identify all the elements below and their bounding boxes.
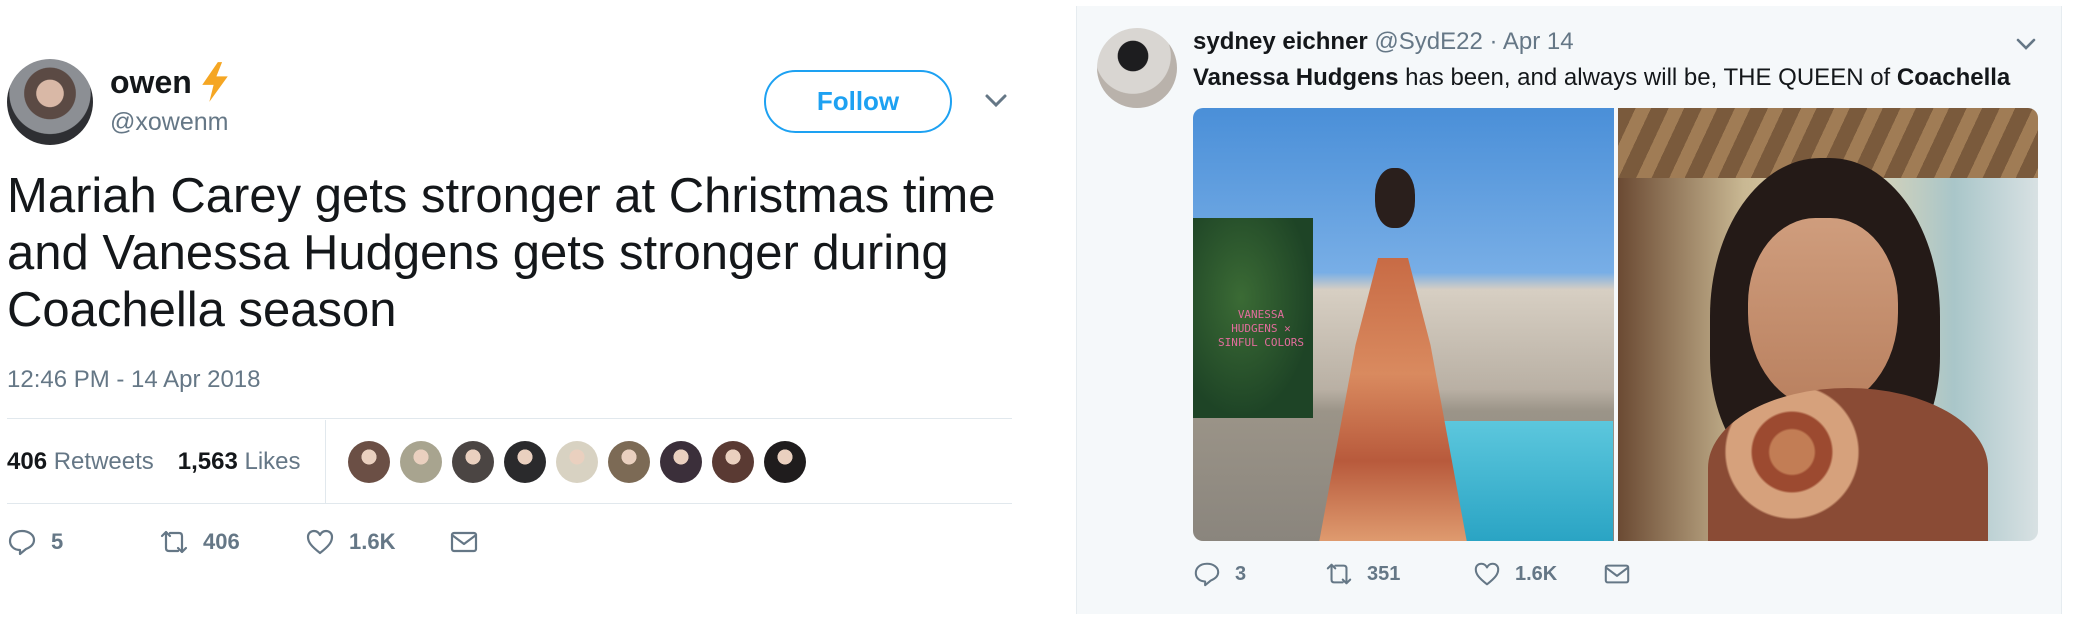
tweet-text-line: and Vanessa Hudgens gets stronger during [7,226,949,280]
tweet-text: Mariah Carey gets stronger at Christmas … [7,168,1027,339]
author-name-row: owen [110,62,232,102]
reply-button[interactable]: 5 [7,527,159,557]
avatar[interactable] [1097,28,1177,108]
divider [7,503,1012,504]
liker-avatar[interactable] [347,441,390,483]
author-handle[interactable]: @xowenm [110,108,228,137]
tweet-photo[interactable]: VANESSA HUDGENS ✕ SINFUL COLORS [1193,108,1614,541]
likes-count: 1,563 [177,448,238,475]
photo-figure-face [1747,218,1898,408]
envelope-icon [450,531,478,553]
direct-message-button[interactable] [449,527,479,557]
reply-icon [8,529,36,556]
photo-figure-head [1375,168,1415,228]
retweets-label: Retweets [53,448,154,475]
tweet-actions: 3 351 1.6K [1193,554,1631,594]
reply-count: 5 [51,529,64,554]
like-button[interactable]: 1.6K [1473,560,1603,588]
liker-avatar[interactable] [607,441,650,483]
liker-avatar[interactable] [399,441,442,483]
like-count: 1.6K [1515,562,1558,585]
tweet-text-bold: Coachella [1896,64,2011,91]
envelope-icon [1604,564,1630,584]
heart-icon [306,529,334,555]
engagement-stats: 406 Retweets 1,563 Likes [7,420,1012,504]
photo-figure-dress [1707,388,1988,541]
heart-icon [1474,562,1500,586]
author-handle[interactable]: @SydE22 [1374,28,1482,55]
direct-message-button[interactable] [1603,560,1631,588]
tweet-text-line: Coachella season [7,283,397,337]
retweet-button[interactable]: 406 [159,527,305,557]
tweet-date[interactable]: Apr 14 [1503,28,1574,55]
divider [7,418,1012,419]
tweet-text-bold: Vanessa Hudgens [1193,64,1399,91]
follow-button[interactable]: Follow [764,70,952,133]
liker-avatar[interactable] [451,441,494,483]
reply-icon [1194,562,1220,587]
photo-sign: VANESSA HUDGENS ✕ SINFUL COLORS [1217,308,1305,349]
tweet-text-line: Mariah Carey gets stronger at Christmas … [7,169,996,223]
tweet-text: Vanessa Hudgens has been, and always wil… [1193,64,2010,92]
author-name[interactable]: sydney eichner [1193,28,1368,55]
liker-avatar[interactable] [555,441,598,483]
separator-dot: · [1489,28,1498,55]
reply-button[interactable]: 3 [1193,560,1325,588]
tweet-photo[interactable] [1617,108,2038,541]
liker-avatar[interactable] [711,441,754,483]
reply-count: 3 [1235,562,1247,585]
lightning-bolt-icon [202,62,228,102]
retweets-stat[interactable]: 406 Retweets [7,448,154,476]
avatar[interactable] [7,59,93,145]
liker-avatar[interactable] [763,441,806,483]
likes-stat[interactable]: 1,563 Likes [178,448,301,476]
retweet-button[interactable]: 351 [1325,560,1473,588]
liker-avatar[interactable] [659,441,702,483]
chevron-down-icon[interactable] [2015,36,2037,52]
retweets-count: 406 [7,448,48,475]
retweet-icon [160,530,188,554]
tweet-actions: 5 406 1.6K [7,520,479,564]
photo-figure-dress [1318,258,1468,541]
retweet-count: 406 [203,529,240,554]
stats-separator [324,420,326,504]
left-tweet-card: owen @xowenm Follow Mariah Carey gets st… [0,0,1040,620]
retweet-icon [1326,563,1352,585]
author-name[interactable]: owen [110,64,192,101]
tweet-media: VANESSA HUDGENS ✕ SINFUL COLORS [1193,108,2038,541]
tweet-header: sydney eichner @SydE22 · Apr 14 [1193,28,1574,56]
retweet-count: 351 [1367,562,1401,585]
right-tweet-card[interactable]: sydney eichner @SydE22 · Apr 14 Vanessa … [1076,6,2062,614]
liker-avatar[interactable] [503,441,546,483]
liker-avatars [347,441,806,483]
tweet-text-plain: has been, and always will be, THE QUEEN … [1398,64,1897,91]
tweet-timestamp[interactable]: 12:46 PM - 14 Apr 2018 [7,366,261,394]
like-count: 1.6K [349,529,396,554]
likes-label: Likes [244,448,301,475]
chevron-down-icon[interactable] [984,92,1008,110]
like-button[interactable]: 1.6K [305,527,449,557]
